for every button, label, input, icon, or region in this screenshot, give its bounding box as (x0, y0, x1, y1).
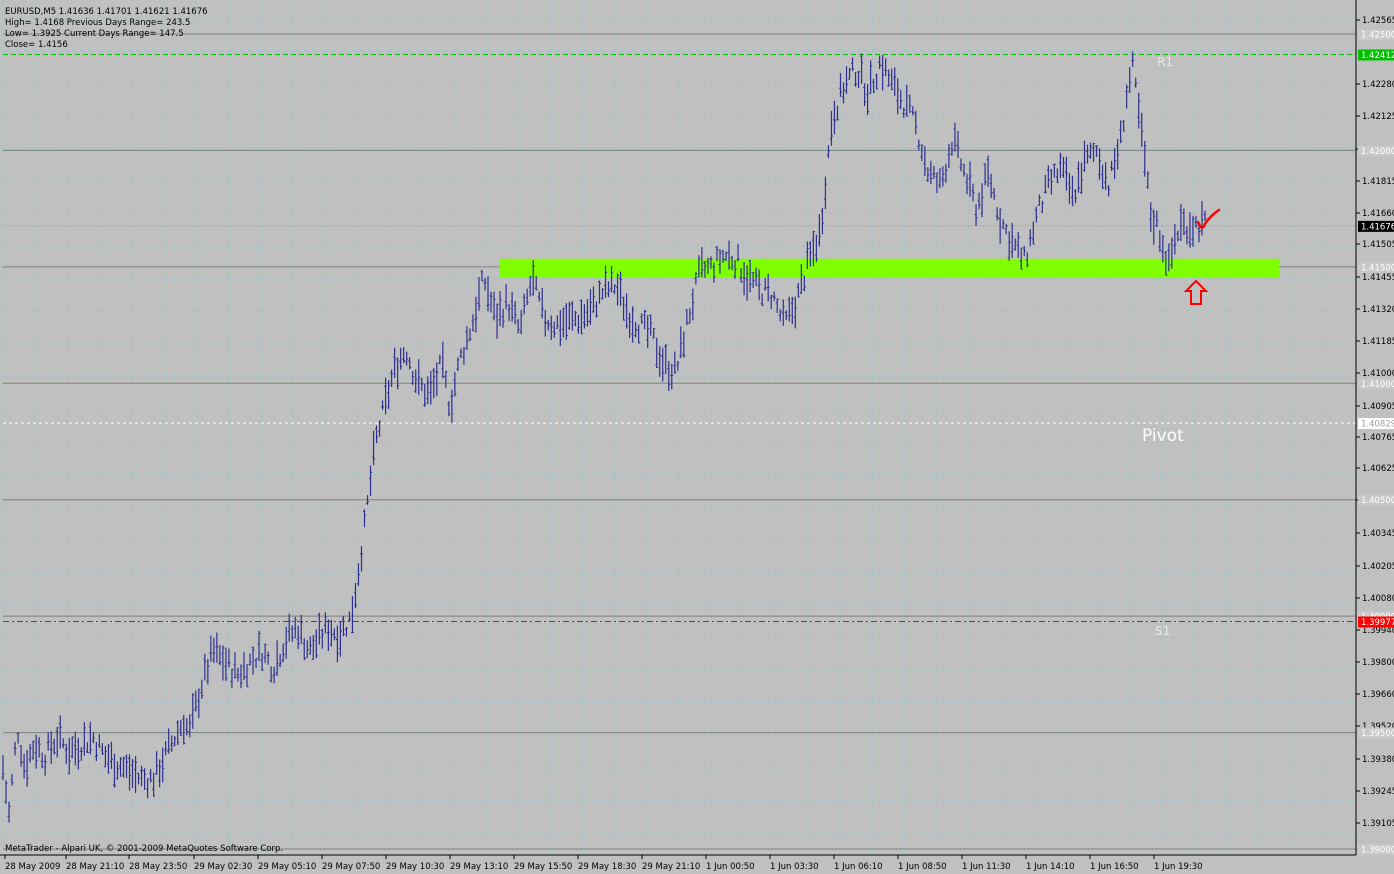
x-tick-label: 29 May 15:50 (514, 862, 572, 872)
x-tick-label: 28 May 21:10 (66, 862, 124, 872)
support-zone-highlight (499, 258, 1279, 278)
x-tick-label: 29 May 13:10 (450, 862, 508, 872)
x-tick-label: 1 Jun 03:30 (770, 862, 819, 872)
x-tick-label: 29 May 21:10 (642, 862, 700, 872)
x-tick-label: 29 May 05:10 (258, 862, 316, 872)
copyright-text: MetaTrader - Alpari UK, © 2001-2009 Meta… (5, 844, 283, 854)
y-tick-label: 1.40625 (1362, 464, 1394, 474)
chart-background (0, 0, 1394, 874)
x-tick-label: 1 Jun 14:10 (1026, 862, 1075, 872)
y-tick-label: 1.39380 (1362, 755, 1394, 765)
x-tick-label: 1 Jun 00:50 (706, 862, 755, 872)
info-low: Low= 1.3925 Current Days Range= 147.5 (5, 29, 184, 39)
level-price-tag-text: 1.42412 (1361, 51, 1394, 61)
info-high: High= 1.4168 Previous Days Range= 243.5 (5, 18, 190, 28)
y-tick-label: 1.39245 (1362, 787, 1394, 797)
level-price-tag-text: 1.40829 (1361, 420, 1394, 430)
y-tick-label: 1.41320 (1362, 305, 1394, 315)
x-tick-label: 1 Jun 19:30 (1154, 862, 1203, 872)
level-price-tag-text: 1.39000 (1361, 846, 1394, 856)
y-tick-label: 1.40205 (1362, 562, 1394, 572)
y-tick-label: 1.41185 (1362, 337, 1394, 347)
x-tick-label: 29 May 10:30 (386, 862, 444, 872)
x-tick-label: 1 Jun 16:50 (1090, 862, 1139, 872)
x-tick-label: 1 Jun 11:30 (962, 862, 1011, 872)
level-price-tag-text: 1.41000 (1361, 380, 1394, 390)
y-tick-label: 1.41505 (1362, 240, 1394, 250)
x-tick-label: 1 Jun 08:50 (898, 862, 947, 872)
x-tick-label: 1 Jun 06:10 (834, 862, 883, 872)
level-price-tag-text: 1.41500 (1361, 263, 1394, 273)
x-tick-label: 28 May 2009 (5, 862, 60, 872)
pivot-label: Pivot (1142, 426, 1184, 446)
current-price-tag-text: 1.41676 (1361, 222, 1394, 232)
level-price-tag-text: 1.39977 (1361, 618, 1394, 628)
y-tick-label: 1.39800 (1362, 658, 1394, 668)
y-tick-label: 1.42125 (1362, 112, 1394, 122)
y-tick-label: 1.41815 (1362, 177, 1394, 187)
y-tick-label: 1.40905 (1362, 402, 1394, 412)
x-tick-label: 28 May 23:50 (129, 862, 187, 872)
y-tick-label: 1.39660 (1362, 690, 1394, 700)
level-price-tag-text: 1.42500 (1361, 31, 1394, 41)
s1-label: S1 (1155, 624, 1170, 638)
symbol-header: EURUSD,M5 1.41636 1.41701 1.41621 1.4167… (5, 7, 208, 17)
y-tick-label: 1.41000 (1362, 369, 1394, 379)
y-tick-label: 1.40765 (1362, 433, 1394, 443)
info-close: Close= 1.4156 (5, 40, 68, 50)
x-tick-label: 29 May 07:50 (322, 862, 380, 872)
y-tick-label: 1.40345 (1362, 529, 1394, 539)
x-tick-label: 29 May 18:30 (578, 862, 636, 872)
r1-label: R1 (1157, 55, 1173, 69)
x-tick-label: 29 May 02:30 (194, 862, 252, 872)
price-chart[interactable]: R1 Pivot S1 EURUSD,M5 1.41636 1.41701 1.… (0, 0, 1394, 874)
y-tick-label: 1.42280 (1362, 80, 1394, 90)
y-tick-label: 1.42565 (1362, 16, 1394, 26)
y-tick-label: 1.41660 (1362, 209, 1394, 219)
level-price-tag-text: 1.40500 (1361, 496, 1394, 506)
level-price-tag-text: 1.42000 (1361, 147, 1394, 157)
y-tick-label: 1.40080 (1362, 594, 1394, 604)
level-price-tag-text: 1.39500 (1361, 729, 1394, 739)
y-tick-label: 1.39105 (1362, 819, 1394, 829)
y-tick-label: 1.41455 (1362, 273, 1394, 283)
